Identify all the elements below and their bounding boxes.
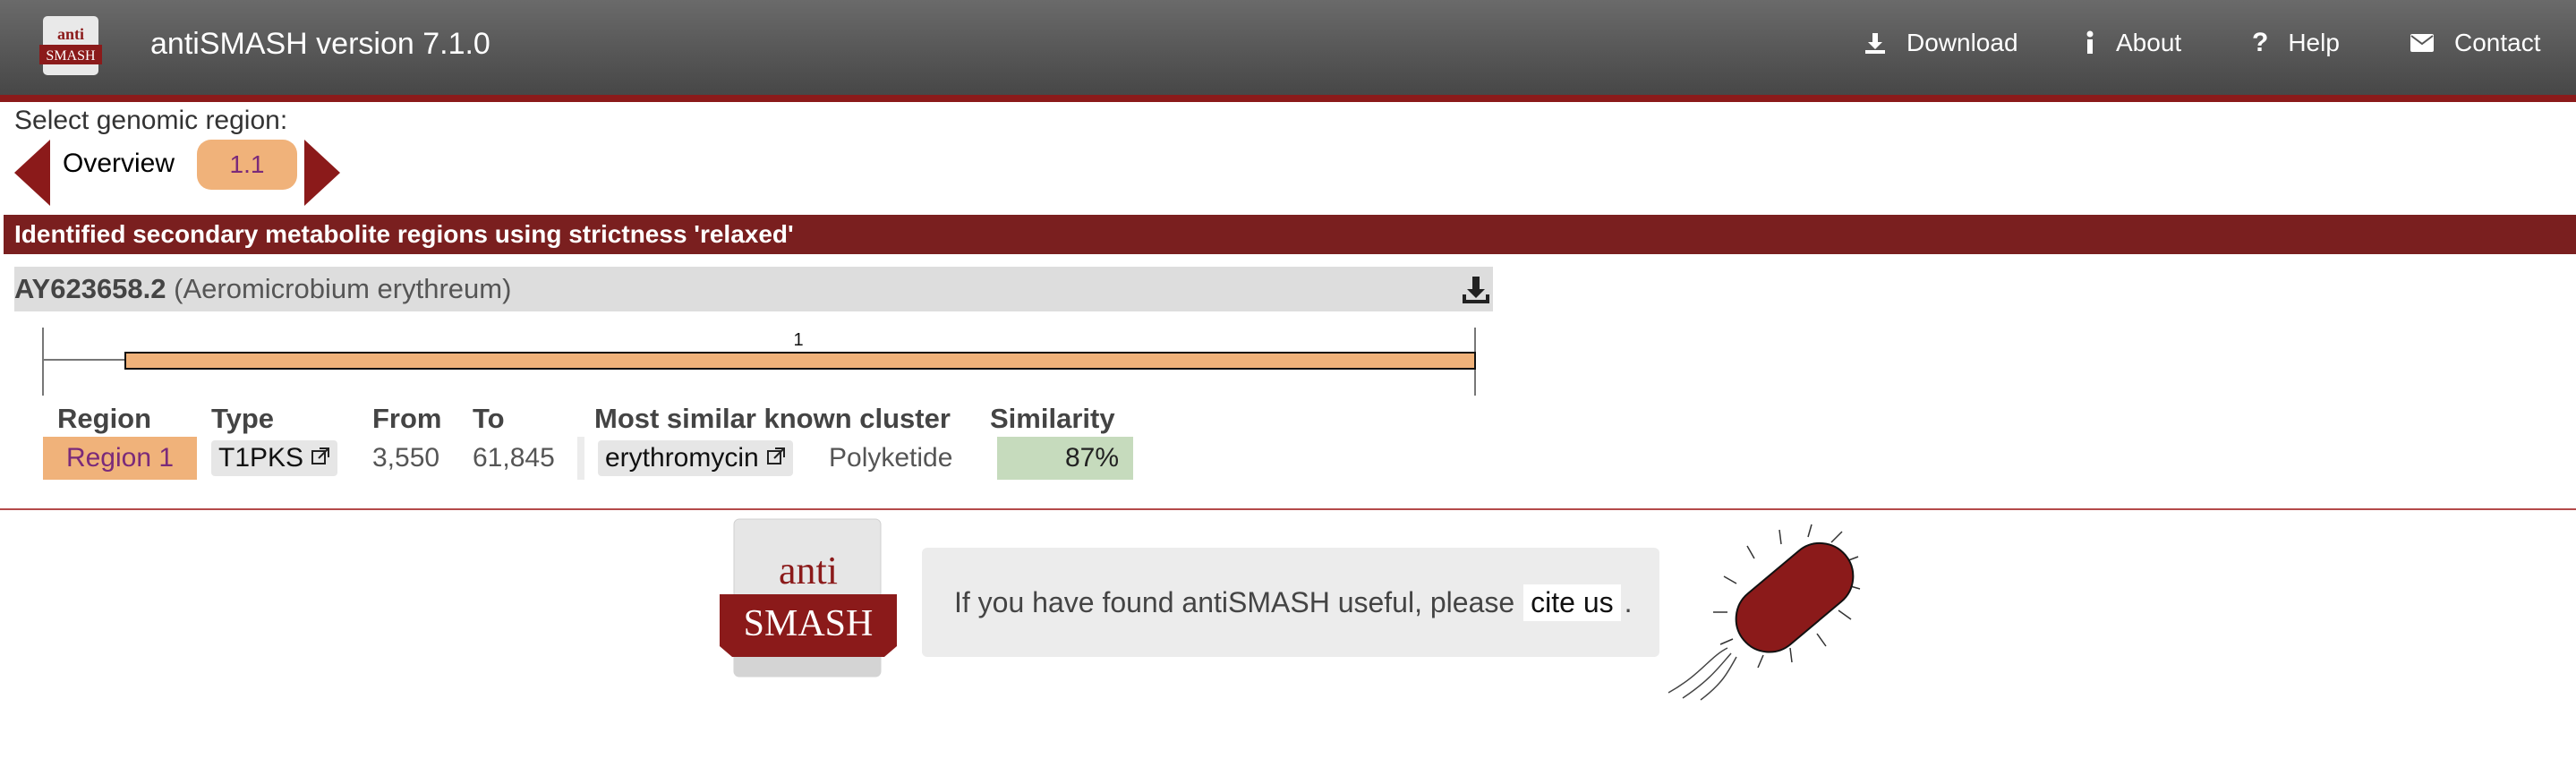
type-link[interactable]: T1PKS <box>211 440 338 476</box>
cite-end: . <box>1624 585 1633 618</box>
nav-about-label: About <box>2116 29 2182 56</box>
region-1-bar[interactable] <box>124 352 1476 370</box>
col-header-to: To <box>473 403 505 434</box>
cite-us-link[interactable]: cite us <box>1523 584 1621 621</box>
region-to: 61,845 <box>473 443 555 473</box>
footer-logo-smash: SMASH <box>744 603 874 644</box>
column-divider <box>577 437 584 480</box>
bacterium-icon <box>1668 524 1861 701</box>
cite-box: If you have found antiSMASH useful, plea… <box>922 548 1659 657</box>
cluster-link[interactable]: erythromycin <box>598 440 793 476</box>
record-header: AY623658.2 (Aeromicrobium erythreum) <box>14 267 1493 311</box>
mail-icon <box>2410 33 2435 53</box>
col-header-from: From <box>372 403 442 434</box>
cite-text: If you have found antiSMASH useful, plea… <box>954 585 1515 618</box>
nav-contact[interactable]: Contact <box>2410 25 2541 61</box>
footer-antismash-logo: anti SMASH <box>718 517 899 686</box>
svg-text:SMASH: SMASH <box>46 48 96 64</box>
region-link[interactable]: Region 1 <box>43 437 197 480</box>
region-1-marker: 1 <box>793 330 803 350</box>
cluster-type: Polyketide <box>829 443 953 473</box>
download-icon <box>1864 31 1887 55</box>
prev-region-arrow[interactable] <box>14 140 50 210</box>
antismash-logo[interactable]: anti SMASH <box>39 16 102 79</box>
app-title: antiSMASH version 7.1.0 <box>150 27 490 61</box>
record-organism: (Aeromicrobium erythreum) <box>174 273 512 304</box>
col-header-region: Region <box>57 403 152 434</box>
tab-overview[interactable]: Overview <box>63 149 175 179</box>
region-from: 3,550 <box>372 443 440 473</box>
nav-help[interactable]: ? Help <box>2252 25 2340 61</box>
external-link-icon <box>766 440 786 476</box>
nav-contact-label: Contact <box>2454 29 2541 56</box>
record-download-icon[interactable] <box>1461 274 1491 319</box>
section-divider <box>0 508 2576 510</box>
regions-heading: Identified secondary metabolite regions … <box>4 215 2576 254</box>
col-header-cluster: Most similar known cluster <box>594 403 951 434</box>
next-region-arrow[interactable] <box>304 140 340 210</box>
footer-logo-anti: anti <box>779 549 838 592</box>
select-region-label: Select genomic region: <box>14 106 288 135</box>
col-header-similarity: Similarity <box>990 403 1115 434</box>
info-icon <box>2084 30 2096 55</box>
similarity-value: 87% <box>997 437 1133 480</box>
cluster-label: erythromycin <box>605 443 759 473</box>
nav-about[interactable]: About <box>2084 25 2181 61</box>
nav-download-label: Download <box>1906 29 2018 56</box>
svg-text:anti: anti <box>57 25 84 43</box>
type-label: T1PKS <box>218 443 304 473</box>
tab-region-1-1[interactable]: 1.1 <box>197 140 297 190</box>
nav-help-label: Help <box>2288 29 2340 56</box>
record-id: AY623658.2 <box>14 273 166 304</box>
col-header-type: Type <box>211 403 275 434</box>
external-link-icon <box>311 440 330 476</box>
nav-download[interactable]: Download <box>1864 25 2018 61</box>
top-navbar: anti SMASH antiSMASH version 7.1.0 Downl… <box>0 0 2576 102</box>
help-icon: ? <box>2252 28 2269 57</box>
region-overview-track: 1 <box>42 328 1476 396</box>
